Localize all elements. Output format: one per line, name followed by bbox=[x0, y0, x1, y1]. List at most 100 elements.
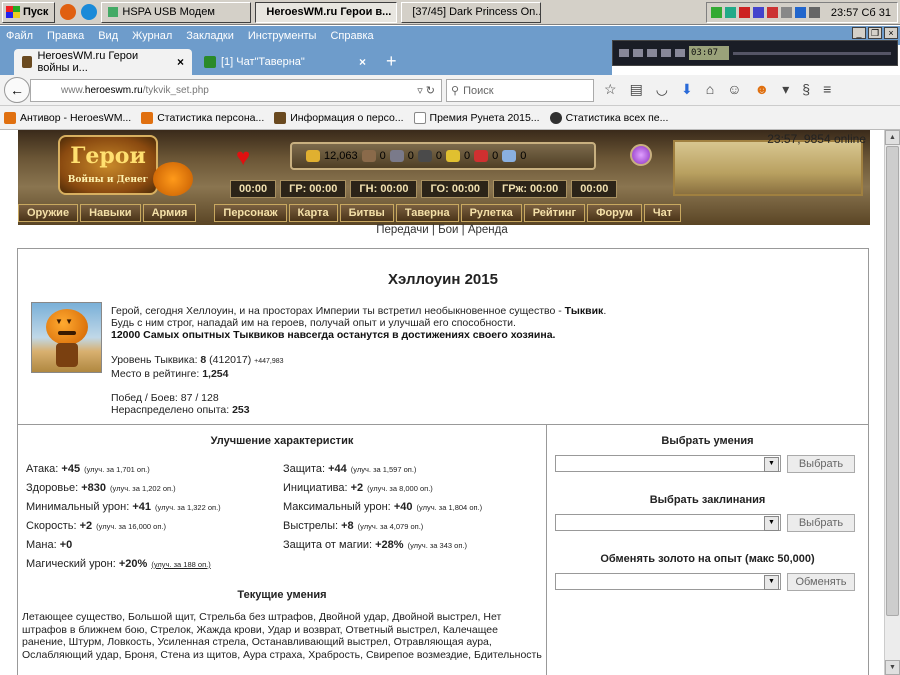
stop-icon[interactable] bbox=[661, 49, 671, 57]
sub-links[interactable]: Передачи | Бои | Аренда bbox=[0, 224, 884, 236]
taskbar-item-modem[interactable]: HSPA USB Модем bbox=[101, 1, 252, 23]
start-button[interactable]: Пуск bbox=[2, 1, 56, 23]
speaker-icon[interactable] bbox=[809, 7, 820, 18]
back-button[interactable]: ← bbox=[4, 77, 30, 103]
taskbar-item-heroeswm[interactable]: HeroesWM.ru Герои в... bbox=[255, 1, 398, 23]
reload-icon[interactable]: ▿ ↻ bbox=[417, 84, 435, 97]
tab-chat[interactable]: [1] Чат"Таверна" × bbox=[196, 49, 374, 75]
addon-s-icon[interactable]: § bbox=[802, 81, 810, 98]
heroeswm-favicon-icon bbox=[22, 56, 33, 68]
bookmark-star-icon[interactable]: ☆ bbox=[604, 81, 617, 98]
prev-icon[interactable] bbox=[619, 49, 629, 57]
page-scrollbar[interactable]: ▲ ▼ bbox=[884, 130, 900, 675]
upgrade-link[interactable]: (улуч. за 1,322 оп.) bbox=[155, 503, 221, 512]
nav-map[interactable]: Карта bbox=[288, 204, 338, 222]
addon-icon[interactable]: ☻ bbox=[755, 81, 770, 98]
upgrade-link[interactable]: (улуч. за 1,701 оп.) bbox=[84, 465, 150, 474]
bookmark-favicon-icon bbox=[4, 111, 16, 124]
new-tab-button[interactable]: + bbox=[386, 51, 397, 72]
upgrade-link[interactable]: (улуч. за 4,079 оп.) bbox=[358, 522, 424, 531]
tray-icon[interactable] bbox=[767, 7, 778, 18]
bookmark-item[interactable]: Антивор - HeroesWM... bbox=[4, 111, 131, 124]
bookmark-item[interactable]: Премия Рунета 2015... bbox=[413, 111, 540, 124]
upgrades-title: Улучшение характеристик bbox=[210, 435, 354, 447]
upgrade-link[interactable]: (улуч. за 1,597 оп.) bbox=[351, 465, 417, 474]
pause-icon[interactable] bbox=[647, 49, 657, 57]
close-window-button[interactable]: × bbox=[884, 27, 898, 39]
menu-file[interactable]: Файл bbox=[6, 30, 33, 42]
tray-icon[interactable] bbox=[739, 7, 750, 18]
close-tab-icon[interactable]: × bbox=[359, 55, 366, 69]
next-icon[interactable] bbox=[675, 49, 685, 57]
bookmark-item[interactable]: Статистика персона... bbox=[141, 111, 264, 124]
nav-army[interactable]: Армия bbox=[142, 204, 197, 222]
nav-forum[interactable]: Форум bbox=[587, 204, 642, 222]
tray-icon[interactable] bbox=[725, 7, 736, 18]
nav-weapons[interactable]: Оружие bbox=[18, 204, 79, 222]
exchange-button[interactable]: Обменять bbox=[787, 573, 855, 591]
firefox-icon[interactable] bbox=[60, 4, 77, 20]
game-logo[interactable]: Герои Войны и Денег bbox=[58, 135, 158, 195]
scroll-down-icon[interactable]: ▼ bbox=[885, 660, 900, 675]
menu-view[interactable]: Вид bbox=[98, 30, 118, 42]
skype-icon[interactable] bbox=[81, 4, 98, 20]
nav-skills[interactable]: Навыки bbox=[80, 204, 141, 222]
search-icon: ⚲ bbox=[451, 85, 460, 97]
menu-help[interactable]: Справка bbox=[330, 30, 373, 42]
stat-defense: Защита: +44 (улуч. за 1,597 оп.) bbox=[283, 463, 417, 475]
tray-icon[interactable] bbox=[781, 7, 792, 18]
taskbar-item-player[interactable]: [37/45] Dark Princess On... bbox=[401, 1, 542, 23]
choose-spells-button[interactable]: Выбрать bbox=[787, 514, 855, 532]
download-icon[interactable]: ⬇ bbox=[681, 81, 693, 98]
menu-edit[interactable]: Правка bbox=[47, 30, 84, 42]
dropdown-icon[interactable]: ▾ bbox=[782, 81, 789, 98]
stat-mana: Мана: +0 bbox=[26, 539, 73, 551]
choose-skills-button[interactable]: Выбрать bbox=[787, 455, 855, 473]
hello-icon[interactable]: ☺ bbox=[727, 81, 741, 98]
reading-list-icon[interactable]: ▤ bbox=[630, 81, 643, 98]
menu-history[interactable]: Журнал bbox=[132, 30, 172, 42]
upgrade-link[interactable]: (улуч. за 1,804 оп.) bbox=[416, 503, 482, 512]
close-tab-icon[interactable]: × bbox=[177, 55, 184, 69]
search-box[interactable]: ⚲ Поиск bbox=[446, 79, 594, 102]
timers-row: 00:00 ГР: 00:00 ГН: 00:00 ГО: 00:00 ГРж:… bbox=[230, 180, 618, 198]
tab-heroeswm[interactable]: HeroesWM.ru Герои войны и... × bbox=[14, 49, 192, 75]
page-viewport: Герои Войны и Денег ♥ 12,063 0 0 0 0 0 0… bbox=[0, 130, 884, 675]
nav-tavern[interactable]: Таверна bbox=[395, 204, 459, 222]
restore-button[interactable]: ❐ bbox=[868, 27, 882, 39]
play-icon[interactable] bbox=[633, 49, 643, 57]
upgrade-link[interactable]: (улуч. за 16,000 оп.) bbox=[96, 522, 166, 531]
upgrade-link[interactable]: (улуч. за 343 оп.) bbox=[408, 541, 467, 550]
menu-tools[interactable]: Инструменты bbox=[248, 30, 317, 42]
tray-icon[interactable] bbox=[753, 7, 764, 18]
upgrade-link[interactable]: (улуч. за 188 оп.) bbox=[151, 560, 210, 569]
skills-select[interactable] bbox=[555, 455, 781, 472]
nav-roulette[interactable]: Рулетка bbox=[460, 204, 522, 222]
nav-character[interactable]: Персонаж bbox=[214, 204, 287, 222]
resources-bar: 12,063 0 0 0 0 0 0 bbox=[290, 142, 596, 170]
tray-icon[interactable] bbox=[795, 7, 806, 18]
bookmark-item[interactable]: Статистика всех пе... bbox=[549, 111, 668, 124]
stat-initiative: Инициатива: +2 (улуч. за 8,000 оп.) bbox=[283, 482, 433, 494]
intro-text: Герой, сегодня Хеллоуин, и на просторах … bbox=[111, 305, 607, 341]
scroll-thumb[interactable] bbox=[886, 146, 899, 616]
url-bar[interactable]: www. heroeswm.ru/tykvik_set.php ▿ ↻ bbox=[30, 79, 442, 102]
minimize-button[interactable]: _ bbox=[852, 27, 866, 39]
nav-rating[interactable]: Рейтинг bbox=[523, 204, 586, 222]
exchange-select[interactable] bbox=[555, 573, 781, 590]
pocket-icon[interactable]: ◡ bbox=[656, 81, 668, 98]
current-skills-title: Текущие умения bbox=[237, 589, 327, 601]
scroll-up-icon[interactable]: ▲ bbox=[885, 130, 900, 145]
tray-icon[interactable] bbox=[711, 7, 722, 18]
seek-bar[interactable] bbox=[733, 51, 891, 55]
upgrade-link[interactable]: (улуч. за 1,202 оп.) bbox=[110, 484, 176, 493]
menu-bookmarks[interactable]: Закладки bbox=[186, 30, 234, 42]
upgrade-link[interactable]: (улуч. за 8,000 оп.) bbox=[367, 484, 433, 493]
bookmark-item[interactable]: Информация о персо... bbox=[274, 111, 404, 124]
spells-select[interactable] bbox=[555, 514, 781, 531]
home-icon[interactable]: ⌂ bbox=[706, 81, 714, 98]
nav-chat[interactable]: Чат bbox=[643, 204, 682, 222]
menu-hamburger-icon[interactable]: ≡ bbox=[823, 81, 831, 98]
nav-battles[interactable]: Битвы bbox=[339, 204, 394, 222]
windows-flag-icon bbox=[6, 6, 20, 18]
